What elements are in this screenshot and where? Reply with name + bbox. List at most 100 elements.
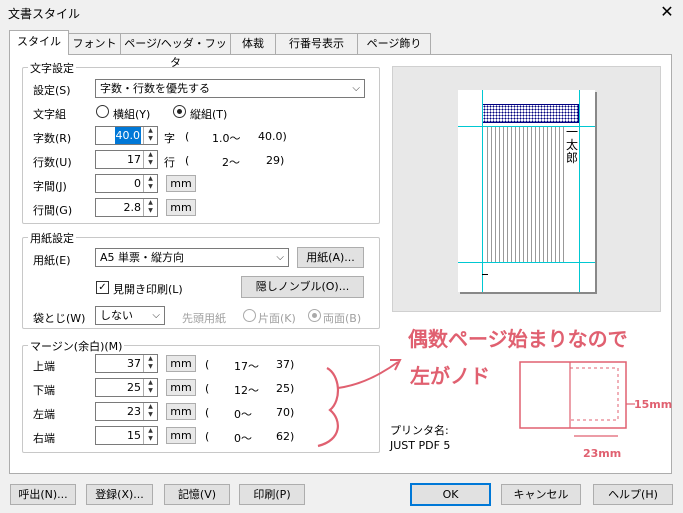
tab-style[interactable]: スタイル bbox=[9, 30, 69, 55]
jisu-unit: 字 bbox=[164, 132, 175, 145]
annotation-dim-right: 15mm bbox=[634, 398, 673, 411]
margin-range-open: ( bbox=[205, 430, 210, 443]
gyosu-range-min: 2〜 bbox=[222, 156, 240, 169]
moji-group-label: 文字設定 bbox=[28, 60, 76, 76]
margin-unit: mm bbox=[166, 427, 196, 444]
margin-group-label: マージン(余白)(M) bbox=[28, 338, 125, 354]
margin-range-open: ( bbox=[205, 382, 210, 395]
tate-radio[interactable] bbox=[173, 105, 186, 118]
yoko-label: 横組(Y) bbox=[113, 108, 151, 121]
gyosu-range-max: 29) bbox=[266, 154, 285, 167]
settei-value: 字数・行数を優先する bbox=[100, 82, 210, 95]
spin-up-icon[interactable]: ▲ bbox=[144, 151, 157, 159]
arrow-line bbox=[337, 361, 399, 389]
margin-range-max: 25) bbox=[276, 382, 295, 395]
spin-up-icon[interactable]: ▲ bbox=[144, 175, 157, 183]
margin-value: 15 bbox=[127, 429, 141, 442]
margin-row-label: 下端 bbox=[33, 384, 55, 397]
annotation-dim-bottom: 23mm bbox=[583, 447, 622, 460]
spin-down-icon[interactable]: ▼ bbox=[144, 207, 157, 215]
mojigumi-label: 文字組 bbox=[33, 108, 66, 121]
toroku-button[interactable]: 登録(X)... bbox=[86, 484, 153, 505]
spin-up-icon[interactable]: ▲ bbox=[144, 355, 157, 363]
margin-spinner[interactable]: 15 ▲ ▼ bbox=[95, 426, 158, 445]
cancel-button[interactable]: キャンセル bbox=[501, 484, 581, 505]
annotation-line2: 左がノド bbox=[410, 364, 490, 388]
yoko-radio[interactable] bbox=[96, 105, 109, 118]
spin-down-icon[interactable]: ▼ bbox=[144, 159, 157, 167]
tab-teisai[interactable]: 体裁 bbox=[230, 33, 276, 54]
yoshi-button[interactable]: 用紙(A)... bbox=[297, 247, 364, 268]
chevron-down-icon: ⌵ bbox=[352, 83, 360, 94]
chevron-down-icon: ⌵ bbox=[276, 252, 284, 263]
jisu-value: 40.0 bbox=[114, 127, 141, 144]
spin-down-icon[interactable]: ▼ bbox=[144, 135, 157, 143]
kioku-button[interactable]: 記憶(V) bbox=[164, 484, 230, 505]
tab-page-decoration[interactable]: ページ飾り bbox=[357, 33, 431, 54]
fukuro-value: しない bbox=[100, 309, 133, 322]
help-button[interactable]: ヘルプ(H) bbox=[593, 484, 673, 505]
mihiraki-label: 見開き印刷(L) bbox=[113, 283, 183, 296]
sketch-margin-box bbox=[569, 367, 619, 421]
mihiraki-checkbox[interactable]: ✓ bbox=[96, 281, 109, 294]
margin-spinner[interactable]: 37 ▲ ▼ bbox=[95, 354, 158, 373]
yobidashi-button[interactable]: 呼出(N)... bbox=[10, 484, 76, 505]
margin-spinner[interactable]: 23 ▲ ▼ bbox=[95, 402, 158, 421]
nombre-button[interactable]: 隠しノンブル(O)... bbox=[241, 276, 364, 298]
gyosu-label: 行数(U) bbox=[33, 156, 72, 169]
close-icon[interactable]: ✕ bbox=[656, 1, 678, 23]
margin-value: 37 bbox=[127, 357, 141, 370]
spin-down-icon[interactable]: ▼ bbox=[144, 411, 157, 419]
katamen-radio[interactable] bbox=[243, 309, 256, 322]
gyosu-value: 17 bbox=[127, 153, 141, 166]
spin-up-icon[interactable]: ▲ bbox=[144, 199, 157, 207]
settei-label: 設定(S) bbox=[33, 84, 71, 97]
jisu-range-min: 1.0〜 bbox=[212, 132, 241, 145]
fukuro-select[interactable]: しない ⌵ bbox=[95, 306, 165, 325]
jikan-spinner[interactable]: 0 ▲ ▼ bbox=[95, 174, 158, 193]
margin-range-min: 12〜 bbox=[234, 384, 259, 397]
tate-label: 縦組(T) bbox=[190, 108, 228, 121]
margin-value: 25 bbox=[127, 381, 141, 394]
spin-down-icon[interactable]: ▼ bbox=[144, 183, 157, 191]
yoshi-label: 用紙(E) bbox=[33, 254, 71, 267]
jisu-range-open: ( bbox=[185, 130, 190, 143]
settei-select[interactable]: 字数・行数を優先する ⌵ bbox=[95, 79, 365, 98]
preview-right-margin-line bbox=[579, 90, 580, 292]
preview-text-lines bbox=[484, 126, 564, 262]
yoshi-group-label: 用紙設定 bbox=[28, 230, 76, 246]
insatsu-button[interactable]: 印刷(P) bbox=[239, 484, 305, 505]
ok-button[interactable]: OK bbox=[410, 483, 491, 506]
tab-line-numbers[interactable]: 行番号表示 bbox=[275, 33, 358, 54]
gyosu-range-open: ( bbox=[185, 154, 190, 167]
margin-range-open: ( bbox=[205, 358, 210, 371]
margin-row-label: 左端 bbox=[33, 408, 55, 421]
spin-up-icon[interactable]: ▲ bbox=[144, 427, 157, 435]
margin-unit: mm bbox=[166, 403, 196, 420]
gyokan-value: 2.8 bbox=[123, 201, 142, 214]
margin-range-max: 70) bbox=[276, 406, 295, 419]
spin-up-icon[interactable]: ▲ bbox=[144, 403, 157, 411]
spin-down-icon[interactable]: ▼ bbox=[144, 387, 157, 395]
gyosu-spinner[interactable]: 17 ▲ ▼ bbox=[95, 150, 158, 169]
katamen-label: 片面(K) bbox=[258, 312, 296, 325]
annotation-line1: 偶数ページ始まりなので bbox=[408, 327, 628, 351]
jisu-spinner[interactable]: 40.0 ▲ ▼ bbox=[95, 126, 158, 145]
jisu-range-max: 40.0) bbox=[258, 130, 287, 143]
margin-spinner[interactable]: 25 ▲ ▼ bbox=[95, 378, 158, 397]
margin-range-min: 0〜 bbox=[234, 408, 252, 421]
preview-bottom-margin-line bbox=[458, 262, 595, 263]
preview-nombre-mark bbox=[482, 274, 488, 275]
margin-range-max: 37) bbox=[276, 358, 295, 371]
gyokan-spinner[interactable]: 2.8 ▲ ▼ bbox=[95, 198, 158, 217]
spin-up-icon[interactable]: ▲ bbox=[144, 127, 157, 135]
spin-down-icon[interactable]: ▼ bbox=[144, 435, 157, 443]
tab-page-header-footer[interactable]: ページ/ヘッダ・フッタ bbox=[120, 33, 231, 69]
spin-down-icon[interactable]: ▼ bbox=[144, 363, 157, 371]
yoshi-select[interactable]: A5 単票・縦方向 ⌵ bbox=[95, 248, 289, 267]
margin-range-open: ( bbox=[205, 406, 210, 419]
jikan-value: 0 bbox=[134, 177, 141, 190]
jikan-label: 字間(J) bbox=[33, 180, 67, 193]
tab-font[interactable]: フォント bbox=[68, 33, 121, 54]
spin-up-icon[interactable]: ▲ bbox=[144, 379, 157, 387]
